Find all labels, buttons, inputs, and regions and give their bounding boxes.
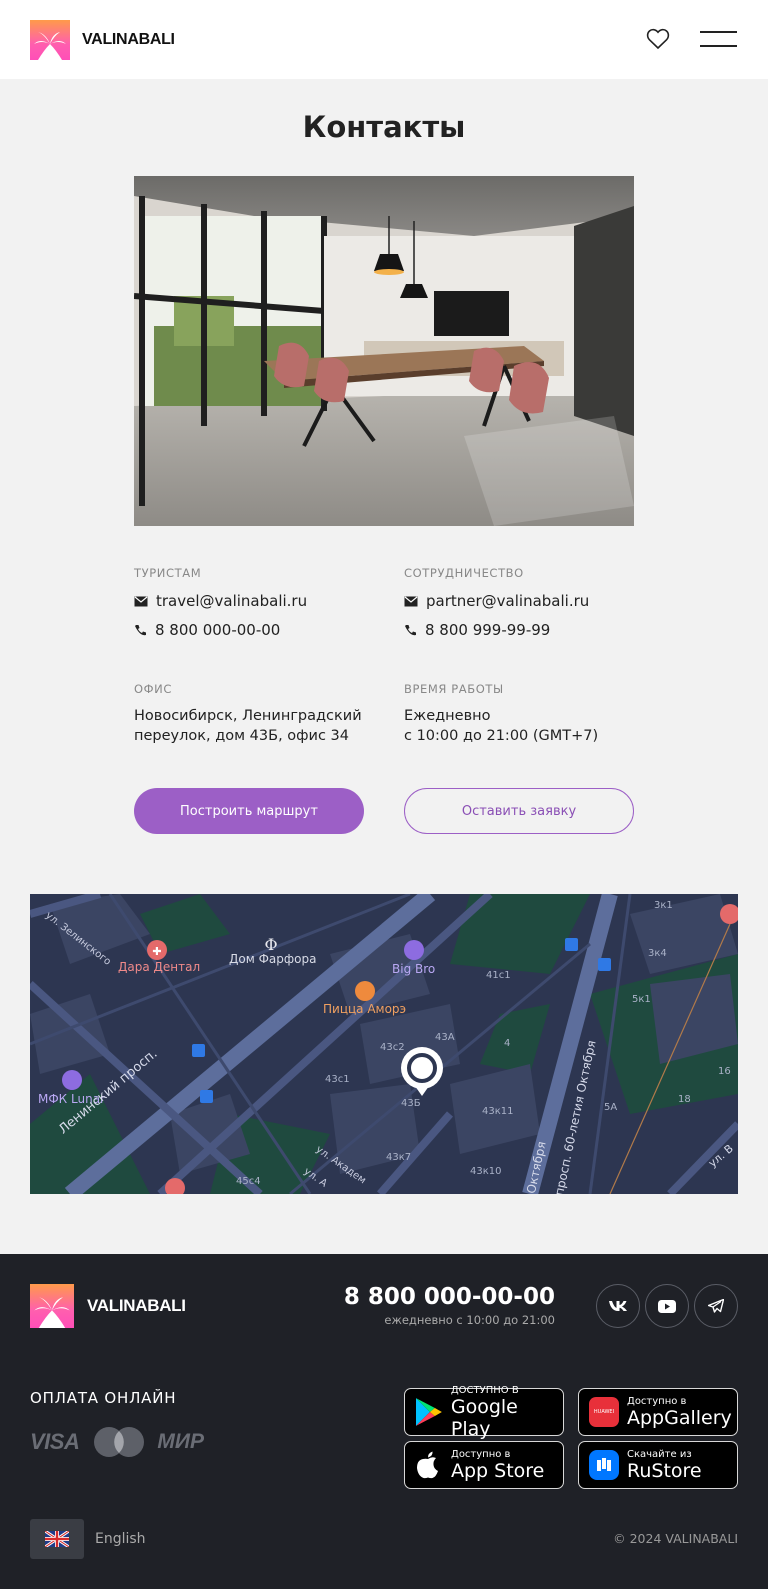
- palm-logo-icon: [30, 20, 70, 60]
- menu-icon[interactable]: [700, 31, 737, 47]
- app-store-label: App Store: [451, 1459, 545, 1482]
- map-place-farfor[interactable]: Дом Фарфора: [229, 952, 316, 966]
- mail-icon: [134, 596, 148, 606]
- phone-icon: [405, 624, 416, 635]
- hours-line1: Ежедневно: [404, 708, 491, 724]
- tourists-phone-row[interactable]: 8 800 000-00-00: [134, 621, 374, 639]
- payment-title: ОПЛАТА ОНЛАЙН: [30, 1389, 177, 1407]
- youtube-icon[interactable]: [645, 1284, 689, 1328]
- tourists-block: ТУРИСТАМ travel@valinabali.ru 8 800 000-…: [134, 566, 374, 639]
- map-house: 18: [678, 1094, 691, 1105]
- appgallery-caption: Доступно в: [627, 1395, 687, 1407]
- map-place-dara[interactable]: Дара Дентал: [118, 960, 200, 974]
- tourists-email[interactable]: travel@valinabali.ru: [156, 592, 307, 610]
- phone-icon: [135, 624, 146, 635]
- google-play-label: Google Play: [450, 1395, 518, 1440]
- map-house: 5А: [604, 1102, 618, 1113]
- location-map[interactable]: ✚ Φ Дара Дентал Дом Фарфора Big Bro Пицц…: [30, 894, 738, 1194]
- partners-email-row[interactable]: partner@valinabali.ru: [404, 592, 644, 610]
- tourists-label: ТУРИСТАМ: [134, 566, 202, 580]
- mastercard-icon: [94, 1427, 145, 1457]
- hours-line2: с 10:00 до 21:00 (GMT+7): [404, 728, 599, 744]
- partners-block: СОТРУДНИЧЕСТВО partner@valinabali.ru 8 8…: [404, 566, 644, 639]
- vk-icon[interactable]: [596, 1284, 640, 1328]
- brand-name: VALINABALI: [82, 31, 175, 48]
- map-place-pizza[interactable]: Пицца Аморэ: [323, 1002, 406, 1016]
- rustore-icon: [589, 1450, 619, 1480]
- map-house: 43к11: [482, 1106, 514, 1117]
- footer-phone-block: 8 800 000-00-00 ежедневно с 10:00 до 21:…: [344, 1284, 555, 1327]
- palm-logo-icon: [30, 1284, 74, 1328]
- map-house: 43с2: [380, 1042, 405, 1053]
- app-store-button[interactable]: Доступно в App Store: [404, 1441, 564, 1489]
- tourists-email-row[interactable]: travel@valinabali.ru: [134, 592, 374, 610]
- rustore-button[interactable]: Скачайте из RuStore: [578, 1441, 738, 1489]
- footer-phone-hours: ежедневно с 10:00 до 21:00: [384, 1313, 555, 1327]
- partners-label: СОТРУДНИЧЕСТВО: [404, 566, 524, 580]
- google-play-caption: ДОСТУПНО В: [450, 1384, 519, 1396]
- office-photo: [134, 176, 634, 526]
- map-house: 43к7: [386, 1152, 412, 1163]
- mail-icon: [404, 596, 418, 606]
- office-address-line2: переулок, дом 43Б, офис 34: [134, 728, 350, 744]
- office-address-line1: Новосибирск, Ленинградский: [134, 708, 362, 724]
- build-route-button[interactable]: Построить маршрут: [134, 788, 364, 834]
- map-house: 43к10: [470, 1166, 502, 1177]
- map-house: 4: [504, 1038, 511, 1049]
- google-play-button[interactable]: ДОСТУПНО В Google Play: [404, 1384, 564, 1440]
- visa-logo: VISA: [30, 1429, 80, 1454]
- office-label: ОФИС: [134, 682, 172, 696]
- map-house: 43А: [435, 1032, 455, 1043]
- svg-text:✚: ✚: [152, 945, 161, 958]
- app-store-caption: Доступно в: [451, 1448, 511, 1460]
- rustore-caption: Скачайте из: [627, 1448, 692, 1460]
- partners-phone-row[interactable]: 8 800 999-99-99: [404, 621, 644, 639]
- partners-email[interactable]: partner@valinabali.ru: [426, 592, 589, 610]
- site-footer: VALINABALI 8 800 000-00-00 ежедневно с 1…: [0, 1254, 768, 1589]
- map-place-bigbro[interactable]: Big Bro: [392, 962, 435, 976]
- map-house: 45с4: [236, 1176, 261, 1187]
- language-label: English: [95, 1531, 146, 1547]
- page-title: Контакты: [302, 110, 466, 144]
- map-house: 43с1: [325, 1074, 350, 1085]
- hours-label: ВРЕМЯ РАБОТЫ: [404, 682, 504, 696]
- footer-brand-name: VALINABALI: [87, 1296, 186, 1315]
- google-play-icon: [415, 1398, 442, 1426]
- map-house: 3к4: [648, 948, 667, 959]
- partners-phone[interactable]: 8 800 999-99-99: [425, 621, 550, 639]
- appgallery-button[interactable]: HUAWEI Доступно в AppGallery: [578, 1388, 738, 1436]
- map-house: 5к1: [632, 994, 651, 1005]
- mir-logo: МИР: [157, 1430, 204, 1453]
- hours-block: ВРЕМЯ РАБОТЫ Ежедневно с 10:00 до 21:00 …: [404, 682, 644, 746]
- copyright: © 2024 VALINABALI: [613, 1531, 738, 1546]
- office-block: ОФИС Новосибирск, Ленинградский переулок…: [134, 682, 374, 746]
- site-header: VALINABALI: [0, 0, 768, 79]
- rustore-label: RuStore: [627, 1459, 702, 1482]
- apple-icon: [417, 1451, 438, 1479]
- map-house: 41с1: [486, 970, 511, 981]
- huawei-icon: HUAWEI: [589, 1397, 619, 1427]
- footer-phone[interactable]: 8 800 000-00-00: [344, 1284, 555, 1310]
- appgallery-label: AppGallery: [627, 1406, 732, 1429]
- map-house: 3к1: [654, 900, 673, 911]
- map-house: 16: [718, 1066, 731, 1077]
- language-switcher[interactable]: English: [30, 1519, 146, 1559]
- uk-flag-icon: [30, 1519, 84, 1559]
- footer-brand-logo[interactable]: VALINABALI: [30, 1284, 186, 1328]
- heart-icon[interactable]: [646, 28, 670, 50]
- telegram-icon[interactable]: [694, 1284, 738, 1328]
- brand-logo[interactable]: VALINABALI: [30, 20, 175, 60]
- map-house: 43Б: [401, 1098, 421, 1109]
- tourists-phone[interactable]: 8 800 000-00-00: [155, 621, 280, 639]
- payment-methods: VISA МИР: [30, 1426, 204, 1458]
- leave-request-button[interactable]: Оставить заявку: [404, 788, 634, 834]
